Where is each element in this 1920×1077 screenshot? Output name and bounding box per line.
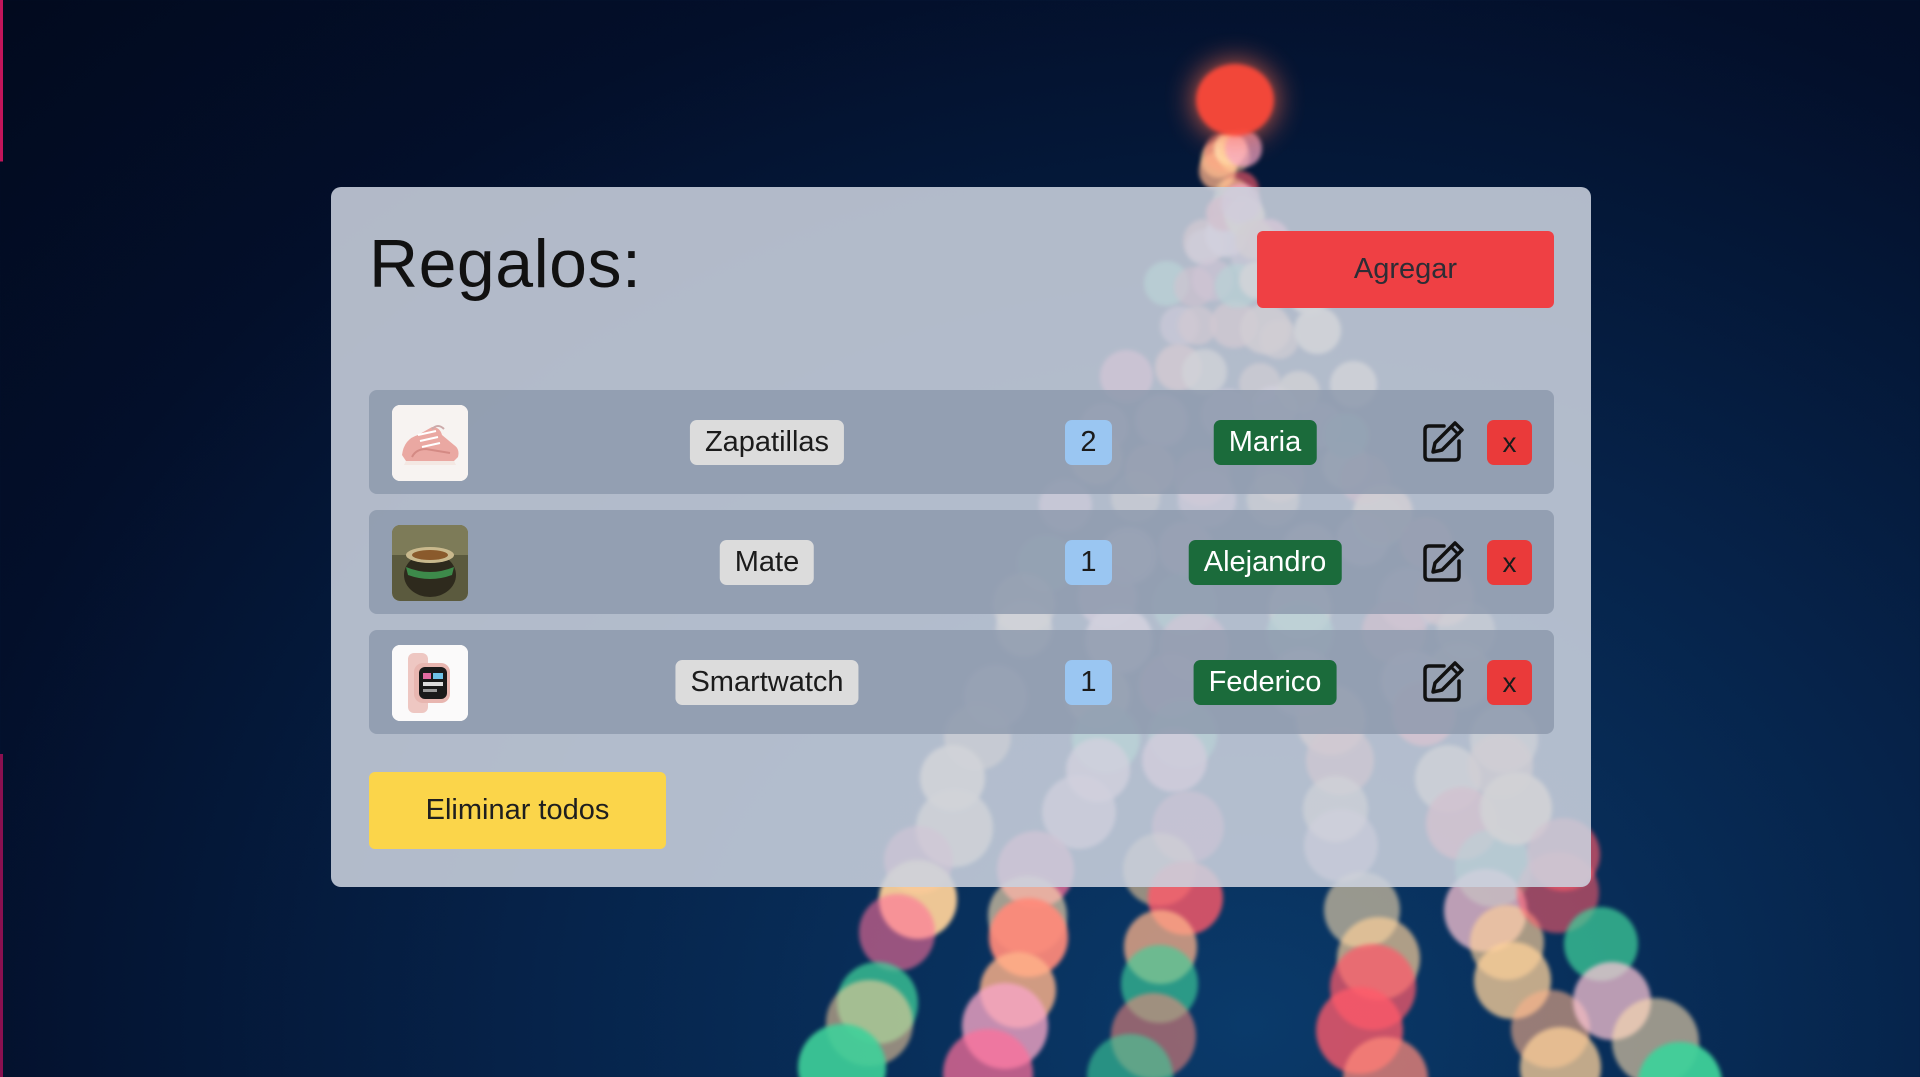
- gift-row: Zapatillas 2 Maria x: [369, 390, 1554, 494]
- gift-recipient: Alejandro: [1188, 540, 1342, 585]
- bokeh-light: [1110, 992, 1197, 1077]
- delete-gift-button[interactable]: x: [1487, 660, 1532, 705]
- bokeh-light: [1196, 64, 1274, 136]
- edit-icon[interactable]: [1420, 539, 1466, 585]
- gift-quantity: 1: [1065, 540, 1112, 585]
- bokeh-light: [1198, 152, 1237, 190]
- bokeh-light: [1469, 905, 1545, 980]
- bokeh-light: [1343, 1037, 1428, 1077]
- gift-name: Smartwatch: [675, 660, 859, 705]
- bokeh-light: [1315, 986, 1403, 1074]
- smartwatch-image: [392, 645, 468, 721]
- bokeh-light: [798, 1023, 887, 1077]
- gift-recipient: Maria: [1213, 420, 1317, 465]
- bokeh-light: [1564, 906, 1639, 981]
- delete-gift-button[interactable]: x: [1487, 540, 1532, 585]
- bokeh-light: [988, 898, 1068, 978]
- gift-recipient: Federico: [1193, 660, 1337, 705]
- gift-list: Zapatillas 2 Maria x Mate 1 Alejandro x …: [369, 390, 1554, 750]
- bokeh-light: [979, 952, 1056, 1028]
- bokeh-light: [1123, 910, 1198, 984]
- edit-icon[interactable]: [1420, 659, 1466, 705]
- bokeh-light: [1519, 1027, 1601, 1077]
- gift-list-card: Regalos: Agregar Zapatillas 2 Maria x Ma…: [331, 187, 1591, 887]
- gift-name: Zapatillas: [689, 420, 845, 465]
- gift-row: Smartwatch 1 Federico x: [369, 630, 1554, 734]
- bokeh-light: [1224, 130, 1262, 167]
- clear-all-button[interactable]: Eliminar todos: [369, 772, 666, 849]
- bokeh-light: [1087, 1033, 1173, 1077]
- bokeh-light: [962, 982, 1049, 1070]
- bokeh-light: [836, 962, 919, 1044]
- gift-row: Mate 1 Alejandro x: [369, 510, 1554, 614]
- bokeh-light: [1336, 917, 1421, 1001]
- bokeh-light: [1638, 1041, 1722, 1077]
- bokeh-light: [1120, 945, 1199, 1024]
- bokeh-light: [1219, 141, 1251, 173]
- gift-quantity: 2: [1065, 420, 1112, 465]
- add-gift-button[interactable]: Agregar: [1257, 231, 1554, 308]
- bokeh-light: [942, 1029, 1033, 1077]
- bokeh-light: [1330, 943, 1417, 1030]
- gift-name: Mate: [719, 540, 815, 585]
- bokeh-light: [1573, 962, 1652, 1041]
- window-edge-accent: [0, 0, 3, 1077]
- sneakers-image: [392, 405, 468, 481]
- bokeh-light: [1213, 132, 1248, 166]
- bokeh-light: [1474, 942, 1551, 1019]
- bokeh-light: [1203, 132, 1244, 173]
- bokeh-light: [1201, 141, 1239, 179]
- page-title: Regalos:: [369, 226, 642, 302]
- bokeh-light: [859, 894, 936, 971]
- bokeh-light: [826, 979, 913, 1067]
- delete-gift-button[interactable]: x: [1487, 420, 1532, 465]
- edit-icon[interactable]: [1420, 419, 1466, 465]
- gift-quantity: 1: [1065, 660, 1112, 705]
- bokeh-light: [987, 876, 1068, 956]
- bokeh-light: [1511, 989, 1590, 1069]
- bokeh-light: [1611, 998, 1700, 1077]
- mate-image: [392, 525, 468, 601]
